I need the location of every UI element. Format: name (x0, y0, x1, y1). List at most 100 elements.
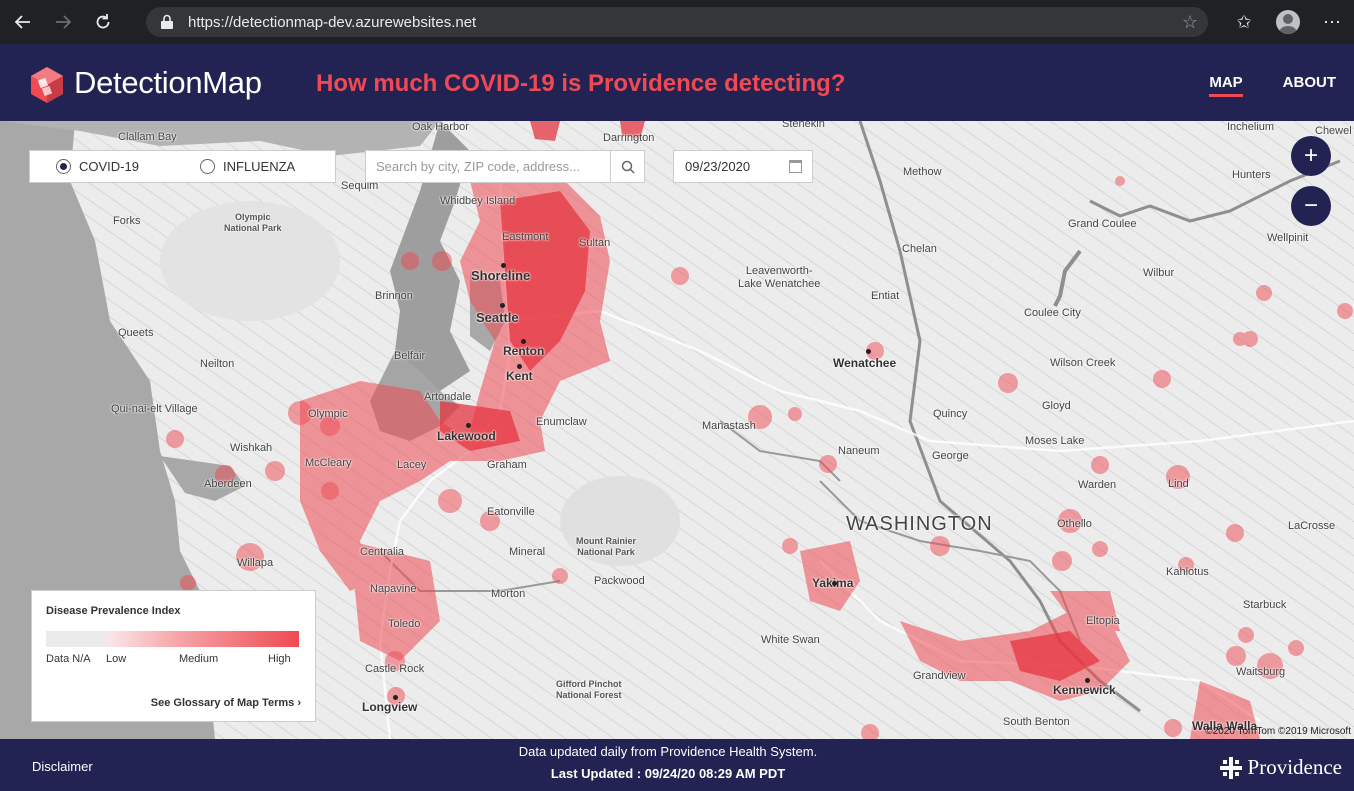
zoom-in-button[interactable]: + (1291, 136, 1331, 176)
place-label: Entiat (871, 290, 900, 302)
place-label: Longview (362, 700, 418, 714)
place-label: George (932, 450, 969, 462)
place-label: Lacey (397, 459, 427, 471)
place-label: Quincy (933, 408, 968, 420)
browser-toolbar: https://detectionmap-dev.azurewebsites.n… (0, 0, 1354, 44)
place-label: Packwood (594, 575, 645, 587)
nav-about[interactable]: ABOUT (1283, 74, 1336, 97)
covid-option[interactable]: COVID-19 (56, 159, 139, 174)
place-label: Forks (113, 215, 141, 227)
place-label: Inchelium (1227, 121, 1275, 133)
place-label: Wilbur (1143, 267, 1175, 279)
place-label: Grandview (913, 670, 966, 682)
lock-icon (161, 14, 173, 29)
date-picker[interactable]: 09/23/2020 (673, 150, 813, 183)
bookmark-star-icon[interactable]: ☆ (1182, 12, 1198, 33)
place-label: Seattle (476, 310, 519, 325)
place-label: Eltopia (1086, 615, 1120, 627)
place-label: Enumclaw (536, 416, 587, 428)
place-label: Eatonville (487, 506, 535, 518)
footer-last-updated: Last Updated : 09/24/20 08:29 AM PDT (550, 766, 786, 781)
legend-label-na: Data N/A (46, 653, 91, 665)
glossary-link[interactable]: See Glossary of Map Terms › (151, 697, 301, 709)
place-label: Shoreline (471, 268, 531, 283)
legend-label-high: High (268, 653, 291, 665)
place-label: Lind (1168, 478, 1189, 490)
location-search (365, 150, 645, 183)
date-value: 09/23/2020 (685, 159, 751, 174)
zoom-out-button[interactable]: − (1291, 186, 1331, 226)
place-label: Belfair (394, 350, 426, 362)
place-label: Darrington (603, 132, 655, 144)
map-copyright: ©2020 TomTom ©2019 Microsoft (1205, 726, 1351, 737)
place-label: Starbuck (1243, 599, 1287, 611)
place-label: Naneum (838, 445, 880, 457)
place-label: Methow (903, 166, 942, 178)
radio-selected-icon[interactable] (56, 159, 71, 174)
place-label: Centralia (360, 546, 405, 558)
place-label: Clallam Bay (118, 131, 177, 143)
place-label: McCleary (305, 457, 352, 469)
place-label: Eastmont (502, 231, 549, 243)
place-label: Napavine (370, 583, 417, 595)
state-label: WASHINGTON (846, 513, 993, 535)
place-label: White Swan (761, 634, 820, 646)
place-label-park: Mount Rainier National Park (576, 536, 636, 557)
place-label: Waitsburg (1236, 666, 1286, 678)
search-input[interactable] (366, 151, 610, 182)
legend-panel: Disease Prevalence Index Data N/A Low Me… (31, 590, 316, 722)
place-label-park: Olympic National Park (224, 212, 282, 233)
influenza-option[interactable]: INFLUENZA (200, 159, 295, 174)
place-label: Queets (118, 327, 154, 339)
glossary-link-text: See Glossary of Map Terms (150, 697, 295, 709)
place-label: Warden (1078, 479, 1117, 491)
city-dot (832, 581, 837, 586)
place-label: Gloyd (1042, 400, 1071, 412)
back-icon[interactable] (6, 5, 40, 39)
reload-icon[interactable] (86, 5, 120, 39)
search-button[interactable] (610, 151, 644, 182)
city-dot (466, 423, 471, 428)
place-label: Graham (487, 459, 527, 471)
place-label: Kent (506, 369, 533, 383)
place-label: Othello (1057, 518, 1092, 530)
calendar-icon[interactable] (789, 160, 802, 173)
map-canvas[interactable]: Clallam Bay Oak Harbor Darrington Stehek… (0, 121, 1354, 739)
place-label: Morton (491, 588, 526, 600)
url-text: https://detectionmap-dev.azurewebsites.n… (188, 13, 477, 31)
footer-update-note: Data updated daily from Providence Healt… (518, 744, 818, 759)
place-label: Aberdeen (204, 478, 252, 490)
place-label: Neilton (200, 358, 235, 370)
place-label: Moses Lake (1025, 435, 1085, 447)
place-label: South Benton (1003, 716, 1070, 728)
favorites-icon[interactable]: ✩ (1222, 0, 1266, 44)
city-dot (393, 695, 398, 700)
place-label: Castle Rock (365, 663, 425, 675)
place-label: Kahlotus (1166, 566, 1209, 578)
more-menu-icon[interactable]: ⋯ (1310, 0, 1354, 44)
app-logo-text[interactable]: DetectionMap (74, 65, 262, 101)
place-label: Willapa (237, 557, 274, 569)
city-dot (517, 364, 522, 369)
nav-map[interactable]: MAP (1209, 74, 1243, 97)
place-label: Wishkah (230, 442, 273, 454)
city-dot (521, 339, 526, 344)
place-label: Mineral (509, 546, 546, 558)
place-label: Grand Coulee (1068, 218, 1137, 230)
place-label: Leavenworth- Lake Wenatchee (738, 265, 821, 290)
address-bar[interactable]: https://detectionmap-dev.azurewebsites.n… (146, 7, 1208, 37)
forward-icon[interactable] (46, 5, 80, 39)
city-dot (501, 263, 506, 268)
place-label: Chelan (902, 243, 937, 255)
radio-unselected-icon[interactable] (200, 159, 215, 174)
providence-logo[interactable]: Providence (1219, 755, 1342, 780)
profile-avatar[interactable] (1266, 0, 1310, 44)
legend-gradient-bar (46, 631, 299, 647)
place-label: Artondale (424, 391, 472, 403)
influenza-label: INFLUENZA (223, 159, 296, 174)
place-label: Chewel (1315, 125, 1352, 137)
providence-brand-text: Providence (1247, 755, 1342, 779)
place-label: Oak Harbor (412, 121, 469, 133)
detectionmap-logo-icon[interactable] (28, 65, 66, 105)
search-icon (621, 160, 635, 174)
